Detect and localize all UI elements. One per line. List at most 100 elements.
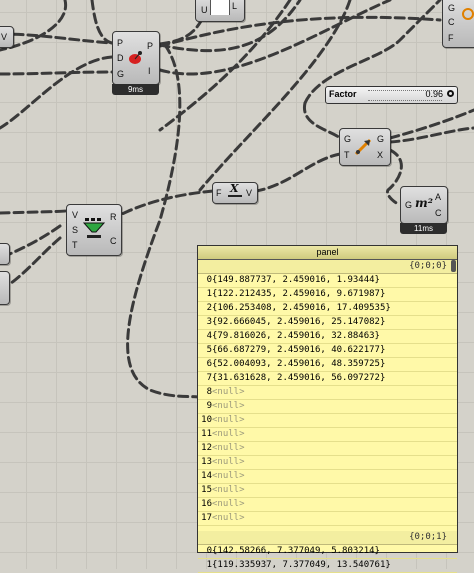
panel-row: 17<null> [198,512,457,526]
port-v[interactable]: V [1,32,7,42]
main-component[interactable]: P D G P I [112,31,160,85]
port-d-in[interactable]: D [117,53,124,63]
row-value: {142.58266, 7.377049, 5.803214} [212,546,380,556]
scale-icon [354,138,372,156]
port-g-in[interactable]: G [344,134,351,144]
port-g-out[interactable]: G [377,134,384,144]
row-index: 6 [206,359,212,369]
panel-branch-list: 0{149.887737, 2.459016, 1.93444} 1{122.21… [198,274,457,526]
scale-component[interactable]: G T G X [339,128,391,166]
row-index: 7 [206,373,212,383]
panel-row: 13<null> [198,456,457,470]
panel-row: 0{142.58266, 7.377049, 5.803214} [198,545,457,559]
panel-row: 11<null> [198,428,457,442]
partial-component-top-center[interactable]: U L [195,0,245,22]
panel-row: 8<null> [198,386,457,400]
row-value: {66.687279, 2.459016, 40.622177} [212,345,386,355]
row-index: 12 [201,443,212,453]
panel-row: 7{31.631628, 2.459016, 56.097272} [198,372,457,386]
port-p-out[interactable]: P [147,41,153,51]
timer-label: 11ms [400,223,447,234]
row-index: 17 [201,513,212,523]
point-projection-icon [129,51,142,64]
slider-value: 0.96 [425,89,443,99]
row-value: <null> [212,457,245,467]
port-p-in[interactable]: P [117,38,123,48]
partial-component-left-2[interactable] [0,271,10,305]
funnel-icon [83,218,105,238]
factor-slider[interactable]: Factor 0.96 [325,86,458,104]
row-value: {149.887737, 2.459016, 1.93444} [212,275,380,285]
port-x-out[interactable]: X [377,150,383,160]
port-s-in[interactable]: S [72,225,78,235]
port-a-out[interactable]: A [435,192,441,202]
port-v-in[interactable]: V [72,210,78,220]
area-icon: m² [415,196,433,210]
panel-row: 2{106.253408, 2.459016, 17.409535} [198,302,457,316]
row-index: 1 [206,560,212,570]
partial-component-top-left[interactable]: V [0,26,14,48]
port-f[interactable]: F [448,33,454,43]
port-c[interactable]: C [448,17,455,27]
slider-knob[interactable] [447,90,454,97]
row-value: <null> [212,513,245,523]
panel-component[interactable]: panel {0;0;0} 0{149.887737, 2.459016, 1.… [197,245,458,573]
port-g-in[interactable]: G [405,200,412,210]
row-value: <null> [212,415,245,425]
panel-row: 15<null> [198,484,457,498]
panel-row: 1{122.212435, 2.459016, 9.671987} [198,288,457,302]
port-u[interactable]: U [201,5,208,15]
panel-row: 14<null> [198,470,457,484]
panel-row: 5{66.687279, 2.459016, 40.622177} [198,344,457,358]
row-index: 2 [206,303,212,313]
component-icon-area [210,0,230,15]
panel-row: 9<null> [198,400,457,414]
row-index: 9 [206,401,212,411]
port-g[interactable]: G [448,3,455,13]
row-index: 10 [201,415,212,425]
expression-arrow [228,195,242,197]
row-value: {52.004093, 2.459016, 48.359725} [212,359,386,369]
panel-row: 16<null> [198,498,457,512]
panel-scrollbar[interactable] [451,260,456,272]
port-c-out[interactable]: C [435,208,442,218]
port-g-in[interactable]: G [117,69,124,79]
row-value: {92.666045, 2.459016, 25.147082} [212,317,386,327]
row-index: 16 [201,499,212,509]
row-value: {106.253408, 2.459016, 17.409535} [212,303,391,313]
row-index: 11 [201,429,212,439]
row-index: 5 [206,345,212,355]
row-value: {31.631628, 2.459016, 56.097272} [212,373,386,383]
row-value: <null> [212,471,245,481]
port-c-out[interactable]: C [110,236,117,246]
expression-icon: X [230,182,239,195]
row-index: 0 [206,546,212,556]
area-component[interactable]: G A C m² [400,186,448,224]
panel-row: 6{52.004093, 2.459016, 48.359725} [198,358,457,372]
vst-component[interactable]: V S T R C [66,204,122,256]
panel-row: 12<null> [198,442,457,456]
port-f-in[interactable]: F [216,188,222,198]
port-r-out[interactable]: R [110,212,117,222]
panel-row: 4{79.816026, 2.459016, 32.88463} [198,330,457,344]
row-value: <null> [212,387,245,397]
row-index: 14 [201,471,212,481]
row-index: 8 [206,387,212,397]
timer-label: 9ms [112,84,159,95]
row-value: <null> [212,443,245,453]
panel-row: 0{149.887737, 2.459016, 1.93444} [198,274,457,288]
port-i-out[interactable]: I [148,66,151,76]
port-t-in[interactable]: T [344,150,350,160]
port-l[interactable]: L [232,1,237,11]
partial-component-left-1[interactable] [0,243,10,265]
row-value: {79.816026, 2.459016, 32.88463} [212,331,380,341]
partial-component-right-edge[interactable]: G C F [442,0,474,48]
port-v-out[interactable]: V [246,188,252,198]
port-t-in[interactable]: T [72,240,78,250]
panel-row: 10<null> [198,414,457,428]
row-index: 13 [201,457,212,467]
row-index: 0 [206,275,212,285]
row-index: 15 [201,485,212,495]
row-value: <null> [212,429,245,439]
expression-component[interactable]: F V X [212,182,258,204]
